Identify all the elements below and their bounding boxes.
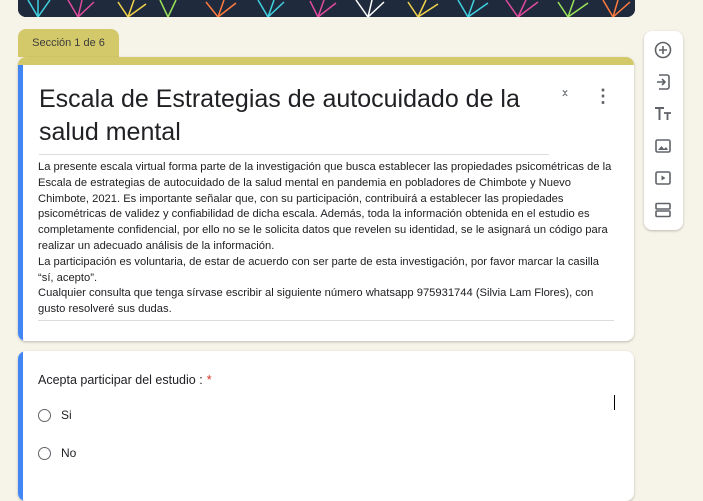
description-paragraph: Cualquier consulta que tenga sírvase esc… [38, 287, 594, 316]
question-label: Acepta participar del estudio : * [38, 373, 212, 387]
description-paragraph: La presente escala virtual forma parte d… [38, 161, 612, 252]
collapse-icon[interactable]: ⌄ ⌃ [556, 83, 574, 107]
question-text: Acepta participar del estudio : [38, 373, 203, 387]
image-icon[interactable] [653, 136, 673, 156]
question-card[interactable]: Acepta participar del estudio : * Si No [18, 351, 634, 501]
radio-option[interactable]: No [38, 446, 76, 460]
title-icon[interactable] [653, 104, 673, 124]
header-banner-image [18, 0, 635, 17]
video-icon[interactable] [653, 168, 673, 188]
description-paragraph: La participación es voluntaria, de estar… [38, 255, 599, 284]
card-accent [18, 351, 23, 501]
section-tab-label: Sección 1 de 6 [32, 37, 105, 49]
form-side-toolbar [644, 31, 683, 230]
theme-color-bar [18, 57, 634, 65]
radio-button[interactable] [38, 446, 51, 460]
section-icon[interactable] [653, 200, 673, 220]
text-cursor [614, 395, 615, 410]
add-circle-icon[interactable] [653, 40, 673, 60]
option-label: Si [61, 408, 72, 422]
option-label: No [61, 446, 77, 460]
form-description[interactable]: La presente escala virtual forma parte d… [38, 160, 614, 321]
section-tab: Sección 1 de 6 [18, 29, 119, 57]
form-title-card[interactable]: Escala de Estrategias de autocuidado de … [18, 57, 634, 341]
import-icon[interactable] [653, 72, 673, 92]
active-card-accent [18, 65, 23, 341]
more-vert-icon[interactable]: ⋮ [594, 85, 612, 107]
form-title[interactable]: Escala de Estrategias de autocuidado de … [39, 83, 549, 155]
radio-option[interactable]: Si [38, 408, 72, 422]
radio-button[interactable] [38, 408, 51, 422]
required-asterisk: * [206, 373, 212, 387]
